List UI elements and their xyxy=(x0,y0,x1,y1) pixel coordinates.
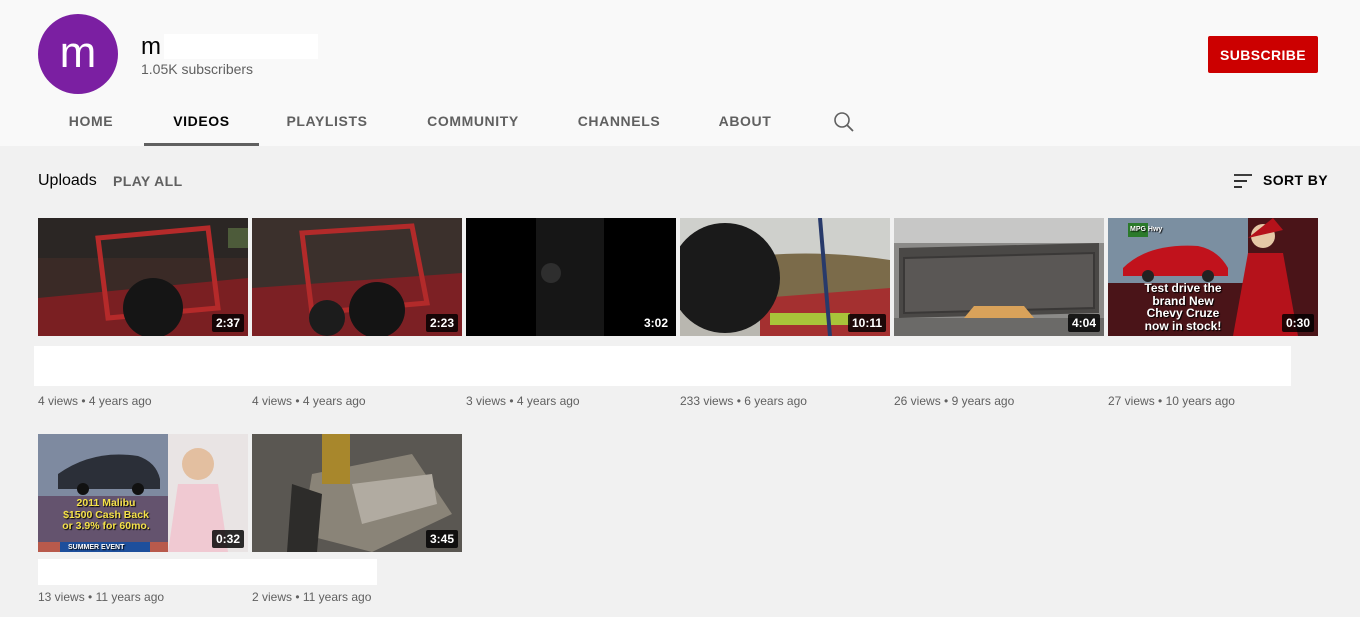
video-duration: 2:37 xyxy=(211,314,244,332)
tab-channels[interactable]: CHANNELS xyxy=(566,98,672,146)
overlay-line: 2011 Malibu xyxy=(76,497,136,509)
video-meta: 27 views • 10 years ago xyxy=(1108,394,1235,408)
tab-community[interactable]: COMMUNITY xyxy=(413,98,533,146)
video-thumbnail[interactable]: 2:37 xyxy=(38,218,248,336)
upload-age: 10 years ago xyxy=(1165,394,1235,408)
tab-videos[interactable]: VIDEOS xyxy=(144,98,259,146)
view-count: 4 views xyxy=(252,394,293,408)
video-thumbnail[interactable]: 4:04 xyxy=(894,218,1104,336)
channel-search-icon[interactable] xyxy=(830,108,858,136)
upload-age: 9 years ago xyxy=(951,394,1015,408)
video-meta: 13 views • 11 years ago xyxy=(38,590,165,604)
play-all-button[interactable]: PLAY ALL xyxy=(113,173,183,189)
video-meta: 4 views • 4 years ago xyxy=(252,394,366,408)
view-count: 27 views xyxy=(1108,394,1155,408)
video-banner-text: SUMMER EVENT xyxy=(68,544,125,551)
sort-icon[interactable] xyxy=(1232,171,1254,191)
upload-age: 6 years ago xyxy=(744,394,807,408)
video-duration: 0:32 xyxy=(211,530,244,548)
video-duration: 3:45 xyxy=(425,530,458,548)
video-duration: 0:30 xyxy=(1281,314,1314,332)
video-thumbnail[interactable]: 2:23 xyxy=(252,218,462,336)
video-meta: 233 views • 6 years ago xyxy=(680,394,807,408)
video-meta: 4 views • 4 years ago xyxy=(38,394,152,408)
upload-age: 11 years ago xyxy=(95,590,165,604)
overlay-line: Chevy Cruze xyxy=(1146,306,1220,320)
video-duration: 4:04 xyxy=(1067,314,1100,332)
channel-name: m xyxy=(141,33,161,60)
mpg-badge: MPG Hwy xyxy=(1130,226,1163,233)
upload-age: 4 years ago xyxy=(516,394,580,408)
redacted-titles xyxy=(34,346,1291,386)
channel-header: m m 1.05K subscribers SUBSCRIBE HOME VID… xyxy=(0,0,1360,146)
video-overlay-text: 2011 Malibu $1500 Cash Back or 3.9% for … xyxy=(46,497,166,533)
overlay-line: Test drive the xyxy=(1144,281,1222,295)
tab-home[interactable]: HOME xyxy=(52,98,130,146)
view-count: 13 views xyxy=(38,590,85,604)
view-count: 26 views xyxy=(894,394,941,408)
tab-about[interactable]: ABOUT xyxy=(706,98,784,146)
video-thumbnail[interactable]: 2011 Malibu $1500 Cash Back or 3.9% for … xyxy=(38,434,248,552)
view-count: 2 views xyxy=(252,590,293,604)
redacted-titles xyxy=(38,559,377,585)
upload-age: 11 years ago xyxy=(302,590,372,604)
video-overlay-text: Test drive the brand New Chevy Cruze now… xyxy=(1128,282,1238,332)
channel-avatar[interactable]: m xyxy=(38,14,118,94)
view-count: 4 views xyxy=(38,394,79,408)
video-thumbnail[interactable]: 3:45 xyxy=(252,434,462,552)
redacted-name-block xyxy=(164,34,318,59)
subscriber-count: 1.05K subscribers xyxy=(141,61,254,77)
video-meta: 2 views • 11 years ago xyxy=(252,590,372,604)
upload-age: 4 years ago xyxy=(88,394,152,408)
video-duration: 3:02 xyxy=(639,314,672,332)
subscribe-button[interactable]: SUBSCRIBE xyxy=(1208,36,1318,73)
overlay-line: now in stock! xyxy=(1144,318,1222,333)
video-thumbnail[interactable]: MPG Hwy Test drive the brand New Chevy C… xyxy=(1108,218,1318,336)
sort-by-button[interactable]: SORT BY xyxy=(1263,172,1328,188)
uploads-title: Uploads xyxy=(38,172,97,189)
overlay-line: or 3.9% for 60mo. xyxy=(62,520,150,532)
video-meta: 3 views • 4 years ago xyxy=(466,394,580,408)
video-duration: 2:23 xyxy=(425,314,458,332)
video-thumbnail[interactable]: 10:11 xyxy=(680,218,890,336)
view-count: 233 views xyxy=(680,394,734,408)
tab-playlists[interactable]: PLAYLISTS xyxy=(275,98,379,146)
upload-age: 4 years ago xyxy=(302,394,366,408)
video-duration: 10:11 xyxy=(847,314,886,332)
video-thumbnail[interactable]: 3:02 xyxy=(466,218,676,336)
view-count: 3 views xyxy=(466,394,507,408)
video-meta: 26 views • 9 years ago xyxy=(894,394,1015,408)
